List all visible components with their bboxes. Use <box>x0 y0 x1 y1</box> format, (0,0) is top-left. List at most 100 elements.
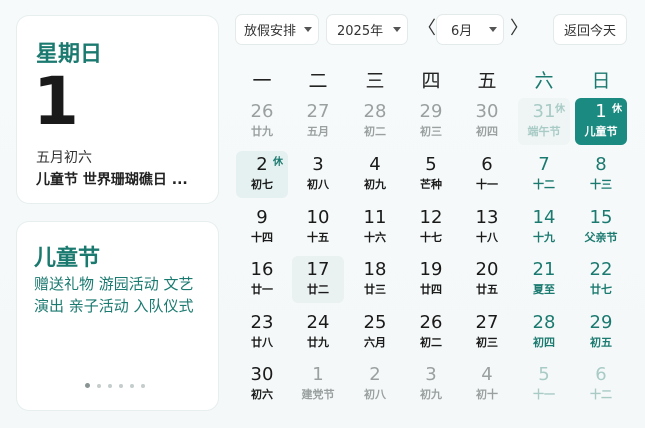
day-cell[interactable]: 9 十四 <box>236 204 288 251</box>
day-lunar-label: 十八 <box>476 231 498 244</box>
festival-page-dots[interactable] <box>85 383 145 388</box>
day-cell[interactable]: 19 廿四 <box>405 256 457 303</box>
day-lunar-label: 初九 <box>420 388 442 401</box>
day-number: 12 <box>419 207 443 228</box>
day-lunar-label: 廿二 <box>307 283 329 296</box>
previous-month-button[interactable]: 〈 <box>418 19 436 39</box>
day-cell[interactable]: 25 六月 <box>349 309 401 356</box>
day-cell[interactable]: 2 初八 <box>349 361 401 408</box>
day-cell[interactable]: 26 初二 <box>405 309 457 356</box>
day-cell[interactable]: 12 十七 <box>405 204 457 251</box>
page-dot[interactable] <box>141 383 145 388</box>
chevron-left-icon: 〈 <box>418 18 436 39</box>
day-number: 3 <box>425 364 437 385</box>
festival-title: 儿童节 <box>34 246 101 271</box>
today-card: 星期日 1 五月初六 儿童节 世界珊瑚礁日 ... <box>17 16 218 203</box>
next-month-button[interactable]: 〉 <box>510 19 528 39</box>
day-cell[interactable]: 15 父亲节 <box>575 204 627 251</box>
chevron-down-icon <box>304 27 312 32</box>
day-lunar-label: 初四 <box>533 336 555 349</box>
day-cell[interactable]: 26 廿九 <box>236 98 288 145</box>
holiday-schedule-dropdown[interactable]: 放假安排 <box>236 15 318 44</box>
day-cell[interactable]: 28 初四 <box>518 309 570 356</box>
day-number: 23 <box>250 312 274 333</box>
weekday-header: 一 <box>252 70 272 92</box>
day-cell[interactable]: 30 初四 <box>461 98 513 145</box>
day-cell[interactable]: 29 初五 <box>575 309 627 356</box>
weekday-header: 六 <box>534 70 554 92</box>
day-number: 7 <box>538 154 550 175</box>
day-cell[interactable]: 4 初九 <box>349 151 401 198</box>
day-lunar-label: 廿一 <box>251 283 273 296</box>
day-cell[interactable]: 5 十一 <box>518 361 570 408</box>
day-number: 11 <box>363 207 387 228</box>
day-cell[interactable]: 10 十五 <box>292 204 344 251</box>
day-lunar-label: 廿九 <box>251 125 273 138</box>
day-number: 21 <box>532 259 556 280</box>
day-cell[interactable]: 5 芒种 <box>405 151 457 198</box>
day-cell[interactable]: 31 端午节休 <box>518 98 570 145</box>
day-cell[interactable]: 20 廿五 <box>461 256 513 303</box>
day-cell[interactable]: 4 初十 <box>461 361 513 408</box>
day-cell[interactable]: 28 初二 <box>349 98 401 145</box>
page-dot[interactable] <box>119 383 123 388</box>
weekday-header: 四 <box>421 70 441 92</box>
day-cell[interactable]: 6 十二 <box>575 361 627 408</box>
day-cell[interactable]: 11 十六 <box>349 204 401 251</box>
day-lunar-label: 十二 <box>590 388 612 401</box>
day-cell[interactable]: 18 廿三 <box>349 256 401 303</box>
day-cell[interactable]: 23 廿八 <box>236 309 288 356</box>
day-cell[interactable]: 30 初六 <box>236 361 288 408</box>
day-cell[interactable]: 17 廿二 <box>292 256 344 303</box>
weekday-header: 三 <box>365 70 385 92</box>
day-cell[interactable]: 8 十三 <box>575 151 627 198</box>
year-select[interactable]: 2025年 <box>327 15 407 44</box>
day-cell[interactable]: 1 建党节 <box>292 361 344 408</box>
day-lunar-label: 父亲节 <box>584 231 618 244</box>
day-lunar-label: 廿七 <box>590 283 612 296</box>
day-cell[interactable]: 3 初八 <box>292 151 344 198</box>
day-cell[interactable]: 27 五月 <box>292 98 344 145</box>
festival-card[interactable]: 儿童节 赠送礼物 游园活动 文艺演出 亲子活动 入队仪式 <box>17 222 218 410</box>
day-lunar-label: 夏至 <box>533 283 555 296</box>
day-cell[interactable]: 24 廿九 <box>292 309 344 356</box>
day-cell[interactable]: 29 初三 <box>405 98 457 145</box>
month-select[interactable]: 6月 <box>437 15 503 44</box>
page-dot[interactable] <box>97 383 101 388</box>
day-lunar-label: 五月 <box>307 125 329 138</box>
day-cell[interactable]: 13 十八 <box>461 204 513 251</box>
day-number: 14 <box>532 207 556 228</box>
today-day-number: 1 <box>33 63 79 140</box>
day-number: 10 <box>306 207 330 228</box>
day-cell[interactable]: 22 廿七 <box>575 256 627 303</box>
day-cell[interactable]: 6 十一 <box>461 151 513 198</box>
day-number: 4 <box>481 364 493 385</box>
day-cell[interactable]: 2 初七休 <box>236 151 288 198</box>
day-cell[interactable]: 3 初九 <box>405 361 457 408</box>
day-number: 27 <box>306 101 330 122</box>
day-number: 5 <box>538 364 550 385</box>
day-lunar-label: 廿九 <box>307 336 329 349</box>
chevron-down-icon <box>489 27 497 32</box>
day-cell[interactable]: 14 十九 <box>518 204 570 251</box>
day-cell[interactable]: 7 十二 <box>518 151 570 198</box>
day-lunar-label: 初六 <box>251 388 273 401</box>
day-lunar-label: 十二 <box>533 178 555 191</box>
weekday-header: 五 <box>477 70 497 92</box>
page-dot[interactable] <box>108 383 112 388</box>
day-number: 15 <box>589 207 613 228</box>
day-cell[interactable]: 27 初三 <box>461 309 513 356</box>
page-dot[interactable] <box>85 383 90 388</box>
back-to-today-button[interactable]: 返回今天 <box>554 15 626 44</box>
day-lunar-label: 十三 <box>590 178 612 191</box>
day-number: 30 <box>475 101 499 122</box>
day-cell-selected[interactable]: 1 儿童节休 <box>575 98 627 145</box>
weekday-header: 日 <box>591 70 611 92</box>
day-cell[interactable]: 21 夏至 <box>518 256 570 303</box>
day-number: 6 <box>481 154 493 175</box>
month-select-value: 6月 <box>451 24 473 39</box>
page-dot[interactable] <box>130 383 134 388</box>
day-number: 27 <box>475 312 499 333</box>
day-number: 1 <box>312 364 324 385</box>
day-cell[interactable]: 16 廿一 <box>236 256 288 303</box>
